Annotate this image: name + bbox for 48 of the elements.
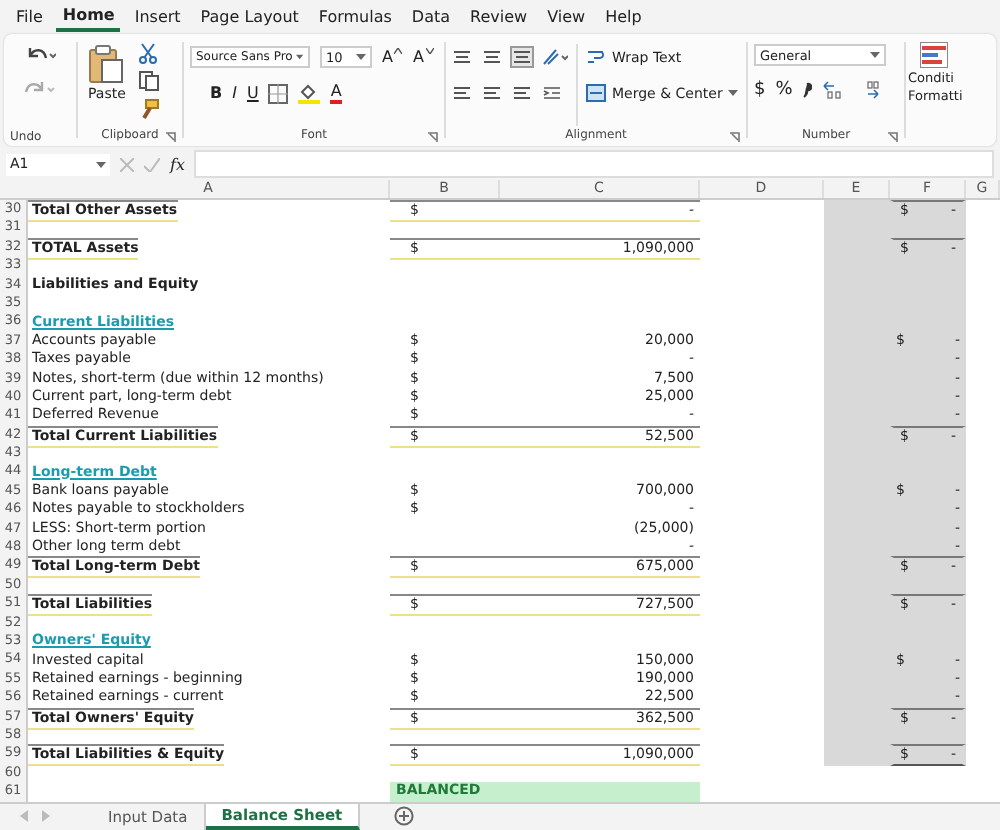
format-painter-icon[interactable] <box>137 98 160 120</box>
caret-icon <box>296 54 304 60</box>
currency-button[interactable]: $ <box>754 79 766 99</box>
caret-up-icon <box>394 47 403 53</box>
insert-function-button[interactable]: fx <box>170 155 185 173</box>
menu-tab[interactable]: Formulas <box>312 4 398 30</box>
menu-tab[interactable]: Review <box>464 4 534 30</box>
bold-button[interactable]: B <box>190 83 223 103</box>
dialog-launcher-icon[interactable] <box>888 132 898 142</box>
formula-input[interactable] <box>194 150 994 178</box>
caret-icon <box>728 90 739 96</box>
wrap-text-icon <box>586 48 606 66</box>
align-icon[interactable] <box>512 84 532 102</box>
caret-icon <box>425 47 434 53</box>
increase-decimal-icon[interactable] <box>822 79 847 99</box>
dialog-launcher-icon[interactable] <box>730 132 740 142</box>
dialog-launcher-icon[interactable] <box>166 132 176 142</box>
copy-icon[interactable] <box>137 70 162 92</box>
menu-tab[interactable]: Insert <box>128 4 187 30</box>
decrease-font-size-button[interactable]: A <box>412 47 434 67</box>
indent-icon[interactable] <box>542 84 562 102</box>
conditional-formatting-icon <box>920 42 948 68</box>
align-icon[interactable] <box>482 48 502 66</box>
orientation-icon[interactable] <box>542 48 568 66</box>
increase-font-size-button[interactable]: A <box>382 47 403 67</box>
borders-icon[interactable] <box>268 83 289 103</box>
italic-button[interactable]: I <box>232 83 237 103</box>
menu-tab[interactable]: File <box>10 4 49 30</box>
underline-button[interactable]: U <box>246 83 259 103</box>
caret-icon <box>870 52 880 58</box>
percent-button[interactable]: % <box>775 79 793 99</box>
menu-tab[interactable]: View <box>541 4 592 30</box>
align-icon[interactable] <box>452 48 472 66</box>
merge-icon <box>586 84 606 102</box>
menu-tab[interactable]: Data <box>405 4 457 30</box>
fill-color-icon[interactable] <box>298 82 321 104</box>
clipboard-icon <box>88 44 125 84</box>
menu-tab[interactable]: Page Layout <box>194 4 305 30</box>
align-icon[interactable] <box>512 48 532 66</box>
caret-icon <box>356 54 366 60</box>
font-color-button[interactable]: A <box>330 83 342 103</box>
menu-tab[interactable]: Help <box>599 4 648 30</box>
cut-icon[interactable] <box>137 42 158 64</box>
align-icon[interactable] <box>452 84 472 102</box>
align-icon[interactable] <box>482 84 502 102</box>
comma-style-icon[interactable] <box>802 80 813 98</box>
dialog-launcher-icon[interactable] <box>428 132 438 142</box>
add-sheet-icon[interactable] <box>394 806 415 826</box>
